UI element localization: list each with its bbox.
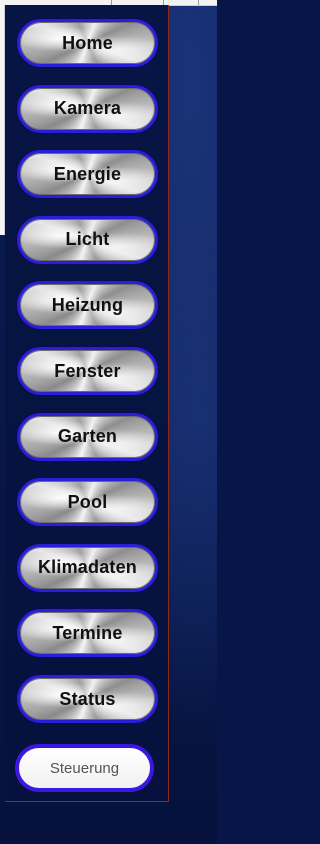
nav-button-energie[interactable]: Energie <box>17 150 158 199</box>
nav-button-heizung[interactable]: Heizung <box>17 281 158 330</box>
nav-button-status[interactable]: Status <box>17 675 158 723</box>
steuerung-button[interactable]: Steuerung <box>15 744 154 792</box>
nav-button-label: Fenster <box>54 360 121 381</box>
nav-button-fenster[interactable]: Fenster <box>17 347 158 395</box>
nav-button-label: Energie <box>53 163 122 184</box>
nav-button-label: Home <box>62 32 113 53</box>
nav-button-label: Termine <box>52 622 123 643</box>
nav-button-label: Kamera <box>53 98 122 119</box>
nav-button-label: Pool <box>67 491 108 512</box>
nav-button-label: Licht <box>65 229 110 250</box>
nav-button-termine[interactable]: Termine <box>17 609 158 658</box>
nav-button-label: Klimadaten <box>37 557 138 578</box>
nav-button-licht[interactable]: Licht <box>17 215 158 264</box>
nav-button-label: Garten <box>57 426 118 447</box>
nav-button-label: Status <box>59 688 116 709</box>
strip-divider <box>198 0 199 5</box>
nav-button-klimadaten[interactable]: Klimadaten <box>17 543 158 592</box>
nav-button-home[interactable]: Home <box>17 19 158 67</box>
nav-button-kamera[interactable]: Kamera <box>17 84 158 133</box>
nav-button-label: Heizung <box>51 294 124 315</box>
nav-button-garten[interactable]: Garten <box>17 412 158 461</box>
steuerung-button-label: Steuerung <box>49 759 120 777</box>
nav-button-pool[interactable]: Pool <box>17 478 158 527</box>
